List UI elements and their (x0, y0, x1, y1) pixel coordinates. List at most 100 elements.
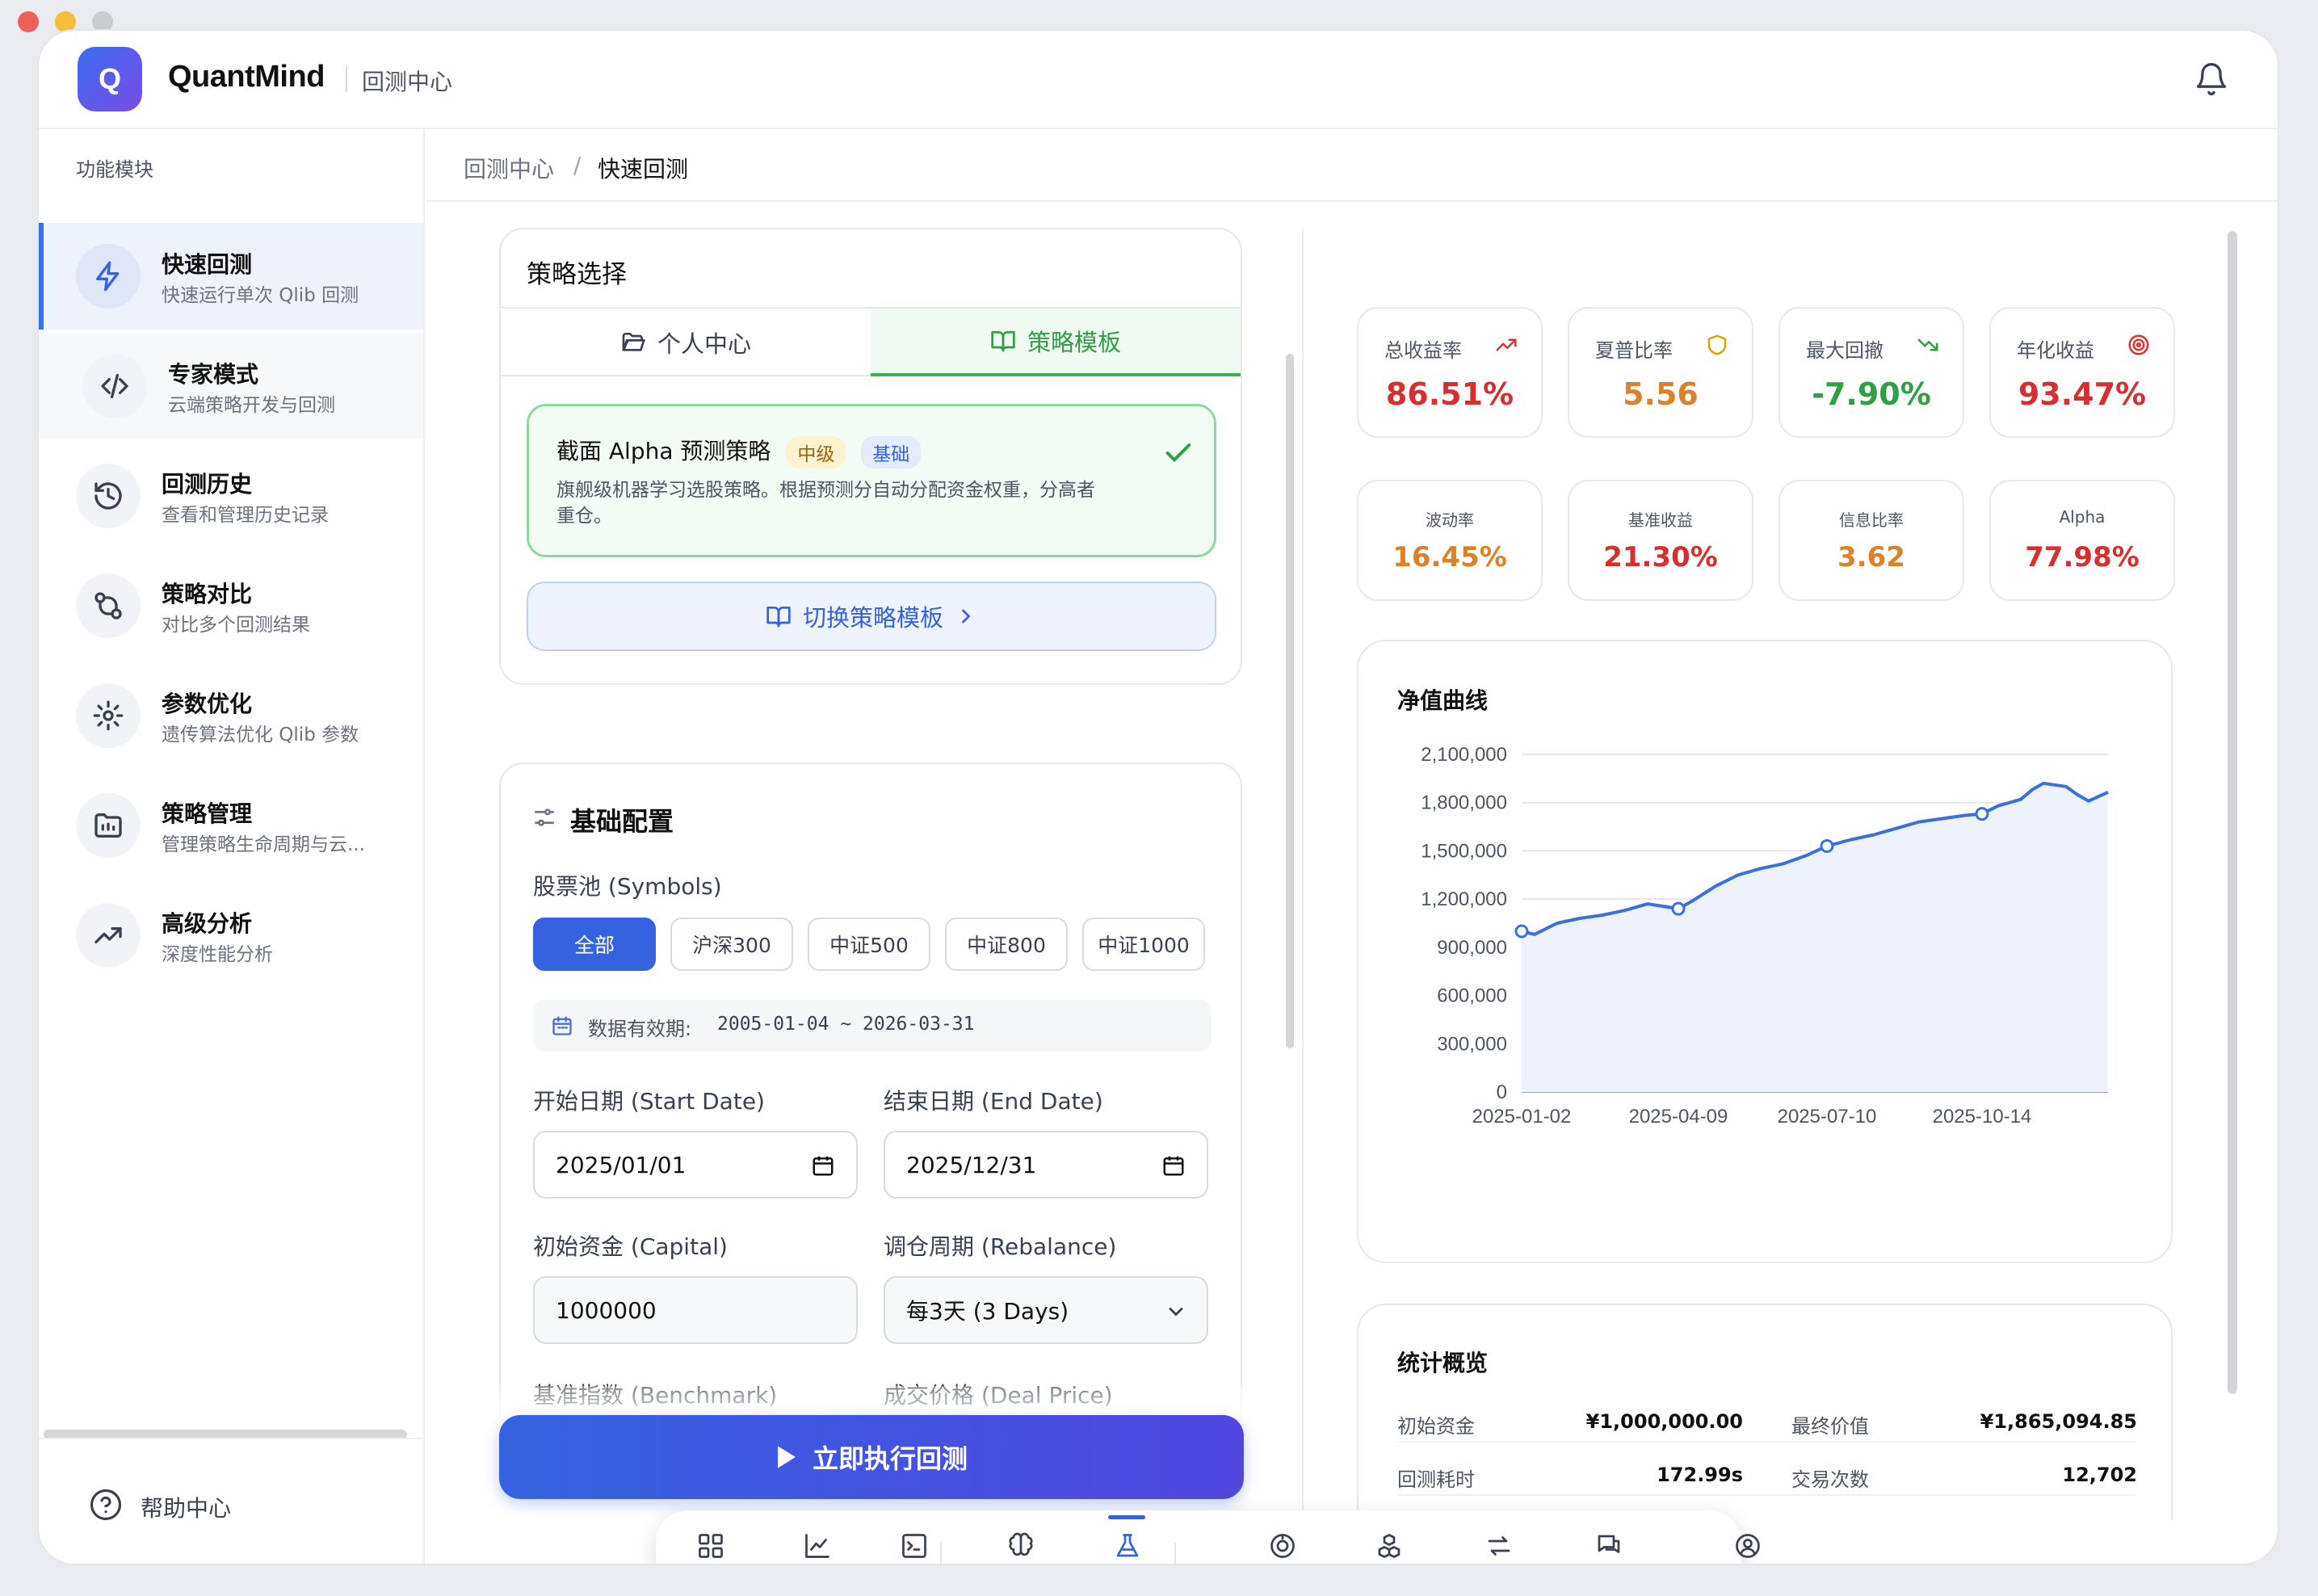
sidebar-item-title: 快速回测 (162, 251, 253, 278)
start-date-input[interactable]: 2025/01/01 (533, 1131, 858, 1199)
metric-value: 93.47% (2018, 376, 2147, 412)
sidebar-item-sub: 深度性能分析 (162, 944, 273, 965)
play-icon (778, 1446, 796, 1468)
sidebar-item-optimize[interactable]: 参数优化 遗传算法优化 Qlib 参数 (39, 662, 423, 769)
bell-icon[interactable] (2194, 61, 2229, 97)
metric-value: 77.98% (2025, 541, 2140, 573)
target-icon (2127, 333, 2151, 360)
calendar-icon (813, 1156, 834, 1176)
config-scrollbar[interactable] (1286, 354, 1294, 1048)
end-date-input[interactable]: 2025/12/31 (884, 1131, 1208, 1199)
y-tick-label: 2,100,000 (1421, 744, 1507, 766)
dock-item-flask[interactable]: 回测中心 (1082, 1510, 1171, 1564)
rebalance-select[interactable]: 每3天 (3 Days) (884, 1276, 1208, 1344)
dock-item-user[interactable]: 个人中心 (1703, 1510, 1791, 1564)
x-tick-label: 2025-01-02 (1472, 1106, 1572, 1128)
sidebar-item-title: 专家模式 (168, 361, 259, 388)
type-badge: 基础 (861, 436, 922, 468)
sidebar-item-compare[interactable]: 策略对比 对比多个回测结果 (39, 552, 423, 659)
start-date-label: 开始日期 (Start Date) (533, 1088, 765, 1115)
help-center-button[interactable]: 帮助中心 (39, 1438, 423, 1564)
app-title: QuantMind (168, 60, 325, 94)
series-marker (1514, 924, 1529, 939)
y-tick-label: 300,000 (1437, 1033, 1507, 1055)
metric-card: 年化收益 93.47% (1989, 307, 2175, 438)
app-logo: Q (78, 47, 142, 111)
dock-divider (1174, 1543, 1176, 1564)
chat-icon (1598, 1535, 1620, 1553)
sidebar-item-sub: 对比多个回测结果 (162, 615, 310, 636)
stat-label: 交易次数 (1791, 1468, 1869, 1491)
dock-item-terminal[interactable]: AI-IDE (869, 1510, 958, 1564)
chart-title: 净值曲线 (1397, 687, 1489, 714)
pool-all-button[interactable]: 全部 (533, 918, 656, 971)
config-panel: 策略选择 个人中心 策略模板 截面 Alpha 预测策略 中级 基础 旗舰级机器… (467, 228, 1323, 1520)
metric-card: Alpha 77.98% (1989, 480, 2175, 601)
breadcrumb-root[interactable]: 回测中心 (464, 152, 554, 184)
header-divider (346, 66, 347, 92)
capital-input[interactable]: 1000000 (533, 1276, 858, 1344)
metric-value: 3.62 (1837, 541, 1905, 573)
series-area (1522, 783, 2108, 1092)
end-date-label: 结束日期 (End Date) (884, 1088, 1103, 1115)
switch-template-button[interactable]: 切换策略模板 (527, 582, 1216, 651)
stat-value: 65.55% (1919, 1517, 2137, 1520)
y-tick-label: 1,200,000 (1421, 888, 1507, 910)
metric-card: 总收益率 86.51% (1357, 307, 1543, 438)
sidebar-item-manage[interactable]: 策略管理 管理策略生命周期与云... (39, 772, 423, 879)
metric-label: Alpha (2059, 507, 2106, 527)
dock-item-dashboard[interactable]: 仪表盘 (666, 1510, 754, 1564)
dock-item-cubes[interactable]: 模型管理 (1344, 1510, 1433, 1564)
selected-strategy[interactable]: 截面 Alpha 预测策略 中级 基础 旗舰级机器学习选股策略。根据预测分自动分… (527, 404, 1216, 557)
compare-icon (76, 573, 141, 638)
check-icon (1162, 437, 1195, 472)
metric-label: 信息比率 (1839, 510, 1904, 530)
x-tick-label: 2025-10-14 (1933, 1106, 2032, 1128)
x-tick-label: 2025-07-10 (1778, 1106, 1877, 1128)
user-icon (1736, 1534, 1760, 1558)
stat-label: 初始资金 (1397, 1415, 1475, 1438)
sidebar-item-sub: 查看和管理历史记录 (162, 505, 329, 526)
breadcrumb: 回测中心 / 快速回测 (426, 129, 2278, 202)
sidebar: 功能模块 快速回测 快速运行单次 Qlib 回测 专家模式 云端策略开发与回测 … (39, 129, 425, 1564)
data-validity: 数据有效期: 2005-01-04 ~ 2026-03-31 (533, 1000, 1211, 1052)
sidebar-item-analysis[interactable]: 高级分析 深度性能分析 (39, 882, 423, 989)
rebalance-value: 每3天 (3 Days) (906, 1298, 1069, 1325)
sidebar-item-quick-backtest[interactable]: 快速回测 快速运行单次 Qlib 回测 (39, 223, 423, 330)
sidebar-item-expert[interactable]: 专家模式 云端策略开发与回测 (39, 333, 423, 439)
dock-item-bot[interactable]: QuantBot (1237, 1510, 1326, 1564)
dock-item-chat[interactable]: 策略社区 (1564, 1510, 1652, 1564)
results-scrollbar[interactable] (2228, 231, 2237, 1394)
rebalance-label: 调仓周期 (Rebalance) (884, 1233, 1117, 1260)
dock-item-exchange[interactable]: 实盘交易 (1454, 1510, 1543, 1564)
pool-zz1000-button[interactable]: 中证1000 (1082, 918, 1205, 971)
tab-template[interactable]: 策略模板 (871, 309, 1241, 376)
tab-personal-label: 个人中心 (657, 330, 751, 358)
metric-value: 86.51% (1385, 376, 1514, 412)
pool-zz500-button[interactable]: 中证500 (808, 918, 930, 971)
tab-personal[interactable]: 个人中心 (501, 309, 871, 376)
active-indicator (1108, 1515, 1145, 1519)
series-marker (1671, 901, 1686, 916)
dock-item-brain[interactable]: 模型训练 (976, 1510, 1065, 1564)
y-tick-label: 0 (1497, 1082, 1507, 1103)
series-marker (1820, 838, 1834, 853)
sidebar-title: 功能模块 (76, 158, 153, 181)
trend-down-icon (1916, 333, 1940, 360)
stat-label: 最终价值 (1791, 1415, 1869, 1438)
strategy-description: 旗舰级机器学习选股策略。根据预测分自动分配资金权重，分高者 重仓。 (556, 480, 1095, 527)
run-backtest-button[interactable]: 立即执行回测 (499, 1415, 1244, 1499)
pool-zz800-button[interactable]: 中证800 (945, 918, 1068, 971)
folder-icon (76, 793, 141, 858)
pool-hs300-button[interactable]: 沪深300 (670, 918, 793, 971)
metric-card: 基准收益 21.30% (1568, 480, 1753, 601)
dock-item-chart-line[interactable]: 智能策略 (772, 1510, 861, 1564)
stat-label: 回测耗时 (1397, 1468, 1475, 1491)
metric-label: 波动率 (1426, 510, 1474, 530)
sidebar-item-history[interactable]: 回测历史 查看和管理历史记录 (39, 443, 423, 549)
equity-chart: 2,100,000 1,800,000 1,500,000 1,200,000 900,… (1421, 744, 2109, 1128)
sidebar-item-title: 策略对比 (162, 581, 253, 607)
close-window-button[interactable] (18, 11, 39, 32)
metric-label: 基准收益 (1628, 510, 1693, 530)
folder-open-icon (622, 333, 645, 351)
